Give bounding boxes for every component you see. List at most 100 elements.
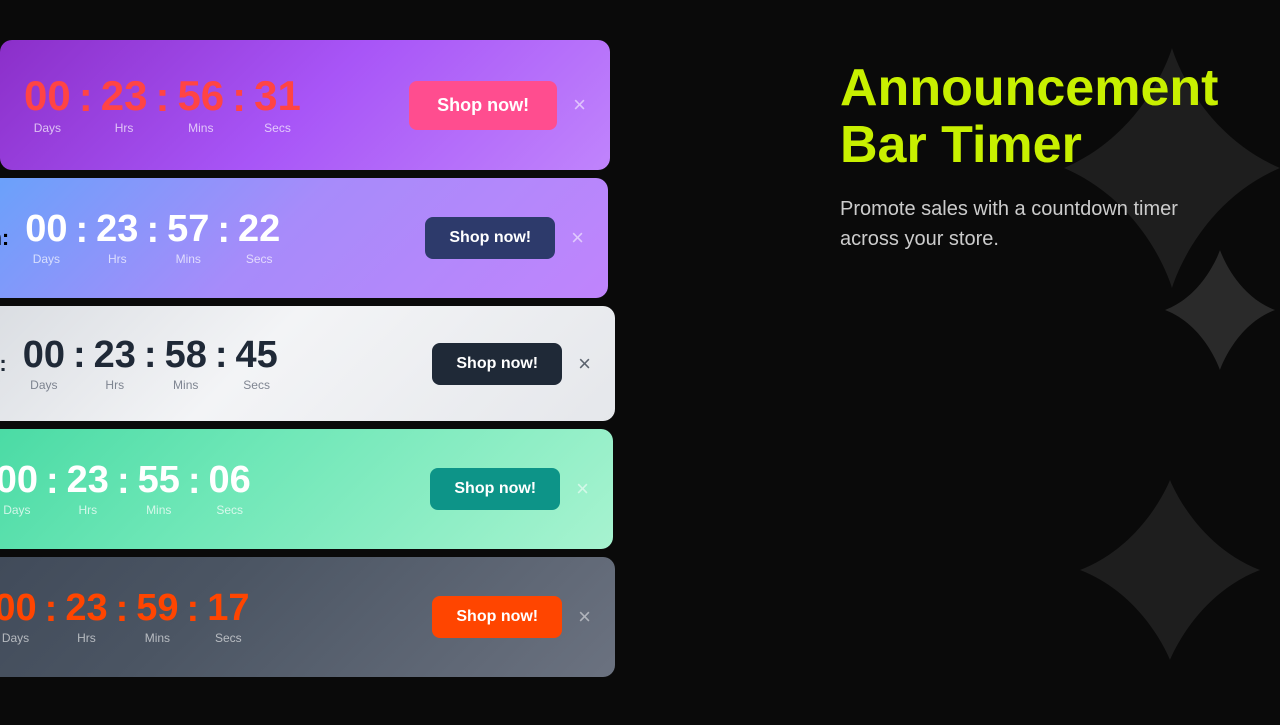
timer-secs-label-2: Secs [246, 252, 273, 266]
timer-hrs-4: 23 [67, 461, 109, 499]
announcement-bar-1: 00 Days : 23 Hrs : 56 Mins : 31 Secs Sho… [0, 40, 610, 170]
shop-now-button-3[interactable]: Shop now! [432, 343, 562, 385]
timer-secs-label-1: Secs [264, 121, 291, 135]
timer-days-label-4: Days [3, 503, 30, 517]
timer-group-days-3: 00 Days [23, 336, 65, 392]
timer-hrs-1: 23 [101, 75, 148, 117]
timer-mins-label-4: Mins [146, 503, 171, 517]
timer-hrs-label-2: Hrs [108, 252, 127, 266]
colon-4b: : [117, 460, 130, 519]
timer-group-hrs-4: 23 Hrs [67, 461, 109, 517]
timer-group-mins-3: 58 Mins [165, 336, 207, 392]
timer-mins-label-2: Mins [176, 252, 201, 266]
timer-section-4: 00 Days : 23 Hrs : 55 Mins : 06 Secs [0, 460, 410, 519]
announcement-bar-2: s in: 00 Days : 23 Hrs : 57 Mins : 22 Se… [0, 178, 608, 298]
right-panel: Announcement Bar Timer Promote sales wit… [840, 60, 1220, 254]
timer-mins-2: 57 [167, 210, 209, 248]
shop-now-button-1[interactable]: Shop now! [409, 81, 557, 130]
timer-mins-4: 55 [138, 461, 180, 499]
timer-days-2: 00 [25, 210, 67, 248]
colon-4c: : [188, 460, 201, 519]
timer-group-days-2: 00 Days [25, 210, 67, 266]
colon-2b: : [146, 209, 159, 268]
colon-1a: : [79, 73, 93, 137]
colon-5b: : [116, 588, 129, 647]
timer-section-3: 00 Days : 23 Hrs : 58 Mins : 45 Secs [23, 334, 413, 393]
timer-secs-5: 17 [207, 589, 249, 627]
timer-group-hrs-3: 23 Hrs [94, 336, 136, 392]
close-button-2[interactable]: × [571, 227, 584, 249]
timer-mins-1: 56 [177, 75, 224, 117]
timer-group-secs-4: 06 Secs [209, 461, 251, 517]
timer-section-1: 00 Days : 23 Hrs : 56 Mins : 31 Secs [24, 73, 389, 137]
timer-secs-label-5: Secs [215, 631, 242, 645]
colon-2a: : [76, 209, 89, 268]
timer-days-label-5: Days [2, 631, 29, 645]
colon-1c: : [232, 73, 246, 137]
sale-label-3: e ends in: [0, 351, 7, 377]
timer-hrs-3: 23 [94, 336, 136, 374]
timer-hrs-label-1: Hrs [115, 121, 134, 135]
timer-secs-4: 06 [209, 461, 251, 499]
announcement-bar-4: Sale ends in: 00 Days : 23 Hrs : 55 Mins… [0, 429, 613, 549]
bars-container: 00 Days : 23 Hrs : 56 Mins : 31 Secs Sho… [0, 40, 760, 685]
timer-days-1: 00 [24, 75, 71, 117]
close-button-5[interactable]: × [578, 606, 591, 628]
announcement-bar-5: y up! Sale ends in: 00 Days : 23 Hrs : 5… [0, 557, 615, 677]
timer-mins-5: 59 [136, 589, 178, 627]
close-button-3[interactable]: × [578, 353, 591, 375]
timer-group-hrs-5: 23 Hrs [65, 589, 107, 645]
timer-days-label-1: Days [34, 121, 61, 135]
timer-secs-1: 31 [254, 75, 301, 117]
colon-3a: : [73, 334, 86, 393]
close-button-4[interactable]: × [576, 478, 589, 500]
colon-5c: : [187, 588, 200, 647]
shop-now-button-2[interactable]: Shop now! [425, 217, 555, 259]
colon-5a: : [45, 588, 58, 647]
timer-section-2: 00 Days : 23 Hrs : 57 Mins : 22 Secs [25, 209, 405, 268]
shop-now-button-5[interactable]: Shop now! [432, 596, 562, 638]
timer-hrs-label-5: Hrs [77, 631, 96, 645]
timer-group-secs-3: 45 Secs [236, 336, 278, 392]
timer-hrs-2: 23 [96, 210, 138, 248]
timer-days-label-3: Days [30, 378, 57, 392]
timer-group-secs-5: 17 Secs [207, 589, 249, 645]
announcement-bar-3: e ends in: 00 Days : 23 Hrs : 58 Mins : … [0, 306, 615, 421]
colon-4a: : [46, 460, 59, 519]
timer-group-secs-2: 22 Secs [238, 210, 280, 266]
timer-group-mins-1: 56 Mins [177, 75, 224, 135]
timer-days-3: 00 [23, 336, 65, 374]
timer-mins-label-1: Mins [188, 121, 213, 135]
timer-group-hrs-2: 23 Hrs [96, 210, 138, 266]
colon-2c: : [217, 209, 230, 268]
timer-days-4: 00 [0, 461, 38, 499]
timer-hrs-label-3: Hrs [105, 378, 124, 392]
colon-3c: : [215, 334, 228, 393]
timer-group-hrs-1: 23 Hrs [101, 75, 148, 135]
announcement-title: Announcement Bar Timer [840, 60, 1220, 174]
timer-group-mins-2: 57 Mins [167, 210, 209, 266]
timer-group-mins-4: 55 Mins [138, 461, 180, 517]
colon-3b: : [144, 334, 157, 393]
timer-secs-3: 45 [236, 336, 278, 374]
timer-group-days-4: 00 Days [0, 461, 38, 517]
timer-group-days-1: 00 Days [24, 75, 71, 135]
timer-group-days-5: 00 Days [0, 589, 37, 645]
timer-mins-label-3: Mins [173, 378, 198, 392]
close-button-1[interactable]: × [573, 94, 586, 116]
timer-mins-3: 58 [165, 336, 207, 374]
timer-secs-2: 22 [238, 210, 280, 248]
timer-days-5: 00 [0, 589, 37, 627]
colon-1b: : [155, 73, 169, 137]
announcement-desc: Promote sales with a countdown timer acr… [840, 194, 1220, 254]
timer-group-secs-1: 31 Secs [254, 75, 301, 135]
timer-hrs-5: 23 [65, 589, 107, 627]
timer-section-5: 00 Days : 23 Hrs : 59 Mins : 17 Secs [0, 588, 412, 647]
timer-days-label-2: Days [33, 252, 60, 266]
timer-secs-label-4: Secs [216, 503, 243, 517]
timer-group-mins-5: 59 Mins [136, 589, 178, 645]
timer-secs-label-3: Secs [243, 378, 270, 392]
shop-now-button-4[interactable]: Shop now! [430, 468, 560, 510]
sale-label-2: s in: [0, 225, 9, 251]
timer-mins-label-5: Mins [145, 631, 170, 645]
